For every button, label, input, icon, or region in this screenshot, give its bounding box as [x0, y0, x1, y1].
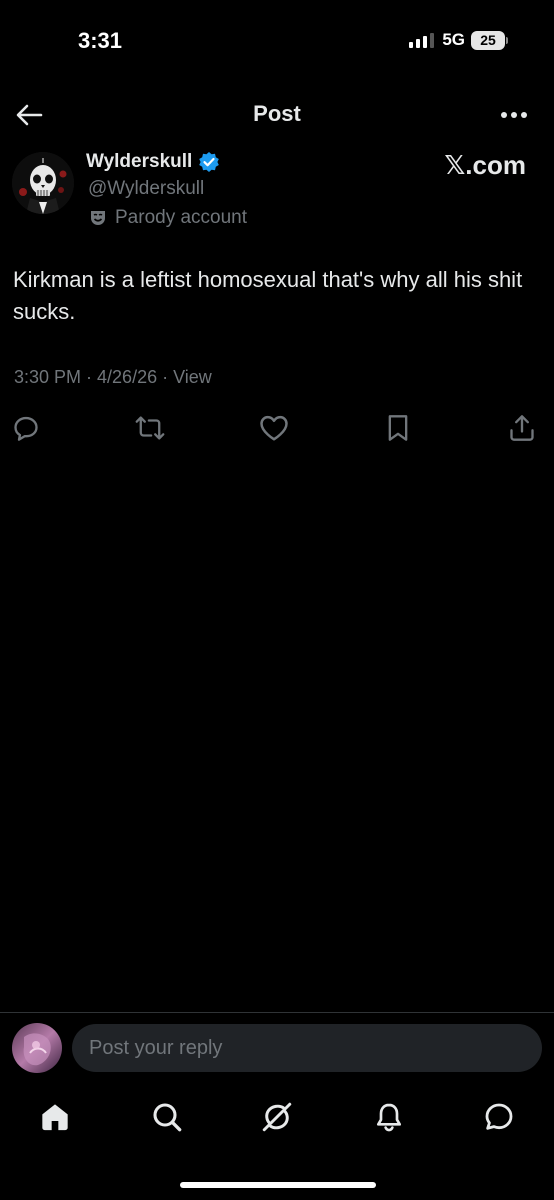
verified-badge-icon — [199, 152, 220, 172]
author-handle[interactable]: @Wylderskull — [88, 178, 204, 200]
skull-avatar-image — [12, 152, 74, 214]
signal-icon — [409, 32, 435, 48]
reply-divider — [0, 1012, 554, 1013]
post-timestamp[interactable]: 3:30 PM · 4/26/26 · View — [14, 367, 212, 388]
user-avatar-image — [23, 1033, 51, 1066]
battery-level: 25 — [471, 30, 505, 50]
tab-messages[interactable] — [476, 1094, 522, 1140]
post-text: Kirkman is a leftist homosexual that's w… — [13, 267, 523, 324]
more-icon — [501, 112, 527, 118]
reply-button[interactable] — [6, 408, 46, 448]
parody-label: Parody account — [115, 207, 248, 228]
bookmark-icon — [388, 415, 408, 441]
status-indicators: 5G 25 — [409, 30, 508, 50]
tab-home[interactable] — [32, 1094, 78, 1140]
home-indicator[interactable] — [180, 1182, 376, 1188]
more-options-button[interactable] — [498, 102, 530, 128]
reply-input[interactable] — [72, 1024, 542, 1072]
author-avatar[interactable] — [12, 152, 74, 214]
status-time: 3:31 — [78, 28, 123, 53]
tab-grok[interactable] — [254, 1094, 300, 1140]
bookmark-button[interactable] — [378, 408, 418, 448]
author-name-row[interactable]: Wylderskull — [86, 151, 220, 173]
parody-label-row: Parody account — [88, 207, 247, 229]
page-title: Post — [253, 101, 301, 126]
xcom-watermark: 𝕏.com — [444, 150, 526, 180]
parody-mask-icon — [91, 211, 105, 225]
search-icon — [153, 1103, 182, 1132]
reply-icon — [14, 416, 38, 441]
notifications-icon — [377, 1103, 401, 1132]
share-button[interactable] — [502, 408, 542, 448]
like-icon — [260, 415, 288, 441]
post-actions — [0, 408, 554, 448]
tab-notifications[interactable] — [366, 1094, 412, 1140]
home-icon — [42, 1104, 68, 1131]
bottom-tab-bar — [0, 1094, 554, 1140]
network-type: 5G — [442, 30, 465, 49]
like-button[interactable] — [254, 408, 294, 448]
user-avatar[interactable] — [12, 1023, 62, 1073]
author-name[interactable]: Wylderskull — [86, 151, 192, 173]
messages-icon — [485, 1103, 513, 1130]
share-icon — [510, 415, 534, 441]
repost-icon — [135, 416, 165, 440]
repost-button[interactable] — [130, 408, 170, 448]
tab-search[interactable] — [144, 1094, 190, 1140]
grok-icon — [262, 1102, 292, 1132]
battery-icon: 25 — [471, 30, 508, 50]
